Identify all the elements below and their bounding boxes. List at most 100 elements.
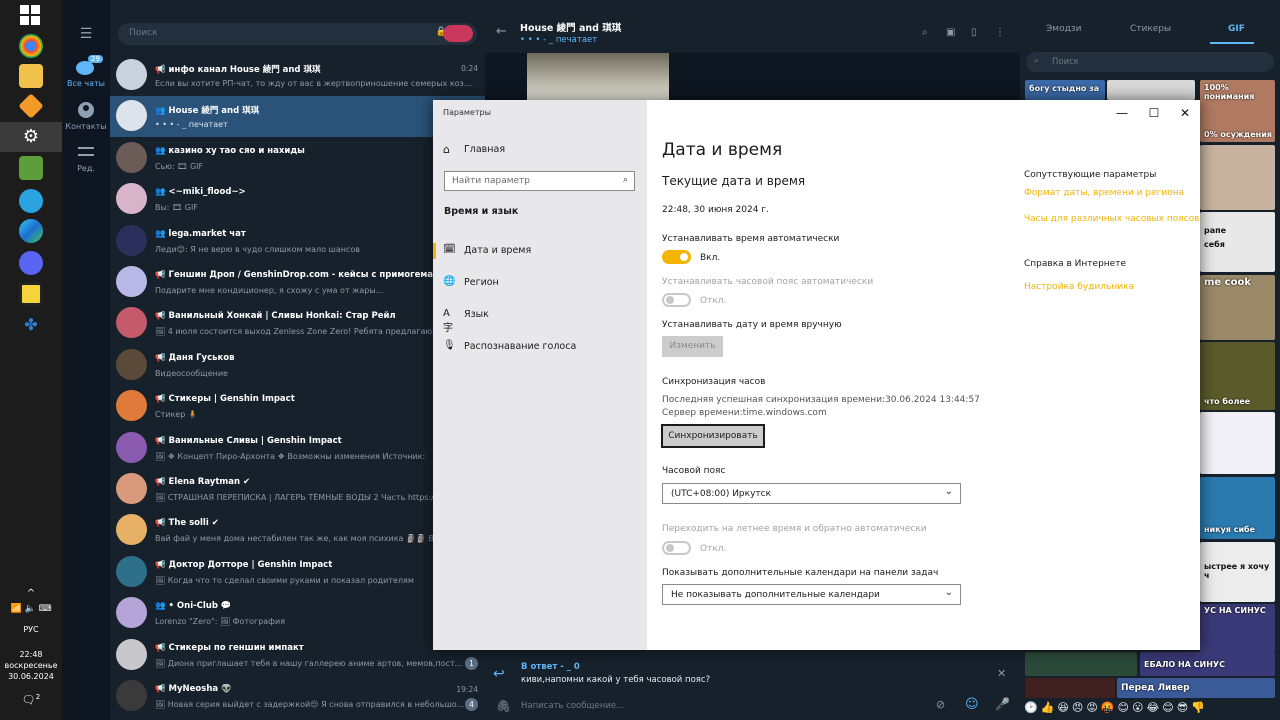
file-explorer-icon[interactable] [19, 64, 43, 88]
quick-emoji-bar[interactable]: 🕑👍😆😠😡🤬😊😮😂😊😎👎 [1020, 698, 1280, 720]
clock-time[interactable]: 22:48 [0, 650, 62, 659]
gif-item[interactable]: богу стыдно за [1025, 80, 1105, 100]
discord-icon[interactable] [19, 251, 43, 275]
chat-row[interactable]: 📢 The solli ✔ Вай фай у меня дома нестаби… [110, 510, 485, 551]
gif-item[interactable]: Перед Ливер [1117, 678, 1275, 698]
chat-row[interactable]: 📢 Стикеры по геншин импакт 🖼 Диона пригла… [110, 635, 485, 676]
more-options-icon[interactable]: ⋮ [995, 27, 1005, 38]
chat-row[interactable]: 📢 MyNeosha 👽 🖼 Новая серия выйдет с задер… [110, 676, 485, 717]
nav-home[interactable]: ⌂ Главная [433, 135, 647, 165]
gif-item[interactable]: me cook [1200, 275, 1275, 340]
folder-all-chats[interactable]: 29 Все чаты [62, 55, 110, 88]
chat-last-message: 🖼 Когда что то сделал своими руками и по… [155, 575, 414, 585]
video-chat-icon[interactable]: ▣ [946, 27, 955, 38]
nav-speech[interactable]: 🎙 Распознавание голоса [433, 332, 647, 362]
gif-item[interactable] [1025, 652, 1137, 676]
auto-time-toggle[interactable] [662, 250, 691, 264]
settings-icon[interactable]: ⚙ [19, 125, 43, 149]
chat-row[interactable]: 📢 Elena Raytman ✔ 🖼 СТРАШНАЯ ПЕРЕПИСКА | … [110, 469, 485, 510]
back-arrow-icon[interactable]: ← [496, 24, 507, 39]
gif-item[interactable] [1107, 80, 1195, 100]
microphone-icon[interactable]: 🎤 [995, 697, 1010, 711]
gif-item[interactable]: УС НА СИНУС [1200, 604, 1275, 652]
link-alarm-setup[interactable]: Настройка будильника [1024, 282, 1134, 292]
chat-row[interactable]: 📢 Геншин Дроп / GenshinDrop.com - кейсы … [110, 262, 485, 303]
chat-row[interactable]: 👥 Hоuse 綾門 аnd 琪琪 • • • - _ печатает [110, 96, 485, 138]
emoji-icon[interactable]: ☺ [965, 697, 979, 712]
search-icon[interactable]: ⌕ [922, 27, 928, 38]
chevron-down-icon: ⌄ [944, 486, 953, 497]
sliders-icon [78, 147, 94, 156]
stories-avatars[interactable] [443, 25, 473, 42]
gif-search-input[interactable]: ⌕ Поиск [1026, 52, 1274, 72]
settings-search-input[interactable]: Найти параметр ⌕ [444, 171, 635, 191]
auto-tz-toggle[interactable] [662, 293, 691, 307]
chat-row[interactable]: 👥 <~miki_flood~> Вы: 🎞 GIF [110, 179, 485, 220]
link-date-format[interactable]: Формат даты, времени и региона [1024, 188, 1184, 198]
gif-item[interactable]: что более [1200, 342, 1275, 410]
tray-status-icons[interactable]: 📶 🔈 ⌨ [0, 604, 62, 614]
chat-row[interactable]: 📢 Даня Гуськов Видеосообщение [110, 345, 485, 386]
chat-row[interactable]: 👥 • Oni-Club 💬 Lorenzo "Zero": 🖼 Фотограф… [110, 593, 485, 634]
chat-row[interactable]: 📢 Стикеры | Genshin Impact Стикер 🧍 [110, 386, 485, 427]
gif-item[interactable]: 100% понимания 0% осуждения [1200, 80, 1275, 142]
gif-item[interactable] [1200, 145, 1275, 210]
language-indicator[interactable]: РУС [0, 625, 62, 634]
edge-icon[interactable] [19, 219, 43, 243]
nav-language[interactable]: A字 Язык [433, 300, 647, 334]
message-input[interactable]: Написать сообщение... [521, 701, 624, 711]
chat-row[interactable]: 📢 Ванильные Сливы | Genshin Impact 🖼 ❖ Ко… [110, 428, 485, 469]
minimize-button[interactable]: — [1107, 103, 1137, 123]
avatar [116, 100, 147, 132]
nav-region[interactable]: 🌐 Регион [433, 268, 647, 298]
tray-chevron-icon[interactable]: ^ [0, 588, 62, 599]
tab-gif[interactable]: GIF [1228, 24, 1245, 34]
chat-row[interactable]: 👥 lega.market чат Леди😊: Я не верю в чудо… [110, 221, 485, 262]
menu-icon[interactable]: ☰ [62, 26, 110, 42]
commands-icon[interactable]: ⊘ [936, 698, 945, 711]
chat-search-input[interactable]: Поиск 🔒 [118, 23, 477, 45]
chat-row[interactable]: 📢 Ванильный Хонкай | Сливы Honkai: Стар … [110, 303, 485, 344]
clock-date[interactable]: 30.06.2024 [0, 672, 62, 681]
chat-row[interactable]: 👥 казино ху тао сяо и нахиды Сью: 🎞 GIF [110, 138, 485, 179]
cancel-reply-icon[interactable]: ✕ [997, 667, 1006, 680]
windows-start-icon[interactable] [20, 5, 40, 25]
close-button[interactable]: ✕ [1170, 103, 1200, 123]
conversation-title[interactable]: Hоuse 綾門 аnd 琪琪 [520, 20, 621, 34]
gif-item[interactable]: рапе себя [1200, 212, 1275, 272]
telegram-icon[interactable] [19, 189, 43, 213]
sublime-icon[interactable] [18, 93, 44, 119]
calendars-select[interactable]: Не показывать дополнительные календари ⌄ [662, 584, 961, 605]
tab-stickers[interactable]: Стикеры [1130, 24, 1171, 34]
notification-icon[interactable]: 🗨2 [0, 693, 62, 707]
auto-tz-label: Устанавливать часовой пояс автоматически [662, 277, 874, 287]
app-icon[interactable] [19, 282, 43, 306]
tab-emoji[interactable]: Эмодзи [1046, 24, 1081, 34]
chrome-icon[interactable] [19, 34, 43, 58]
chat-row[interactable]: 📢 инфо канал Hоuse 綾門 аnd 琪琪 Если вы хоти… [110, 55, 485, 96]
folder-edit[interactable]: Ред. [62, 143, 110, 173]
current-heading: Текущие дата и время [662, 174, 806, 188]
folder-contacts[interactable]: Контакты [62, 101, 110, 131]
gif-item[interactable] [1200, 412, 1275, 474]
nav-date-time[interactable]: 🗓 Дата и время [433, 236, 647, 266]
dst-label: Переходить на летнее время и обратно авт… [662, 524, 927, 534]
gif-item[interactable] [1025, 678, 1115, 698]
minecraft-icon[interactable] [19, 156, 43, 180]
clock-weekday[interactable]: воскресенье [0, 661, 62, 670]
maximize-button[interactable]: ☐ [1139, 103, 1169, 123]
sidebar-toggle-icon[interactable]: ▯ [971, 27, 977, 38]
change-button[interactable]: Изменить [662, 336, 723, 357]
timezone-select[interactable]: (UTC+08:00) Иркутск ⌄ [662, 483, 961, 504]
gif-item[interactable]: никуя сибе [1200, 477, 1275, 539]
attach-icon[interactable]: 🖇 [496, 699, 511, 713]
network-icon[interactable]: ✤ [19, 313, 43, 337]
chat-row[interactable]: 📢 Доктор Доттоpe | Genshin Impact 🖼 Когда… [110, 552, 485, 593]
message-image[interactable] [527, 53, 669, 100]
link-clocks-timezones[interactable]: Часы для различных часовых поясов [1024, 214, 1199, 224]
gif-item[interactable]: ыстрее я хочу ч [1200, 542, 1275, 602]
sync-button[interactable]: Синхронизировать [661, 424, 765, 448]
dst-toggle[interactable] [662, 541, 691, 555]
gif-item[interactable]: ЕБАЛО НА СИНУС [1140, 652, 1275, 676]
all-chats-badge: 29 [88, 55, 103, 63]
